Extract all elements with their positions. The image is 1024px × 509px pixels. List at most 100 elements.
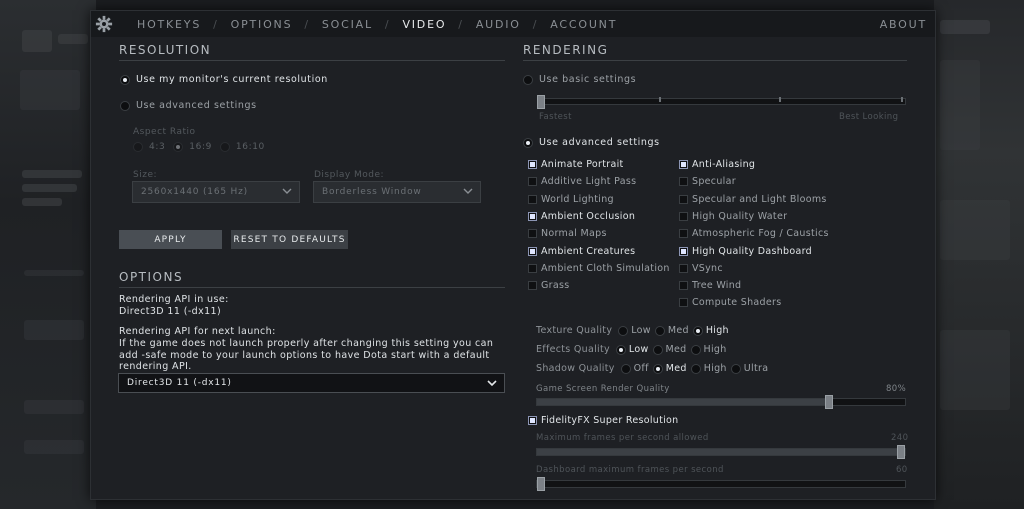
radio-button[interactable] <box>523 137 533 148</box>
render-quality-slider[interactable] <box>536 395 906 409</box>
checkbox-specular-and-light-blooms[interactable]: Specular and Light Blooms <box>679 194 827 205</box>
apply-button[interactable]: APPLY <box>119 230 222 249</box>
radio-button[interactable] <box>219 142 230 152</box>
checkbox-ambient-cloth-simulation[interactable]: Ambient Cloth Simulation <box>528 263 670 274</box>
option-high[interactable]: High <box>690 344 727 355</box>
checkbox[interactable] <box>528 211 537 221</box>
fsr-label: FidelityFX Super Resolution <box>541 415 679 426</box>
checkbox[interactable] <box>679 194 688 204</box>
option-label: Med <box>667 325 689 336</box>
option-off[interactable]: Off <box>620 363 649 374</box>
size-dropdown[interactable]: 2560x1440 (165 Hz) <box>132 181 300 203</box>
rendering-api-dropdown[interactable]: Direct3D 11 (-dx11) <box>118 373 505 393</box>
radio-button[interactable] <box>652 344 663 355</box>
radio-use-current-resolution[interactable]: Use my monitor's current resolution <box>120 74 328 85</box>
checkbox[interactable] <box>679 263 688 273</box>
radio-button[interactable] <box>654 325 665 336</box>
radio-button[interactable] <box>120 100 130 111</box>
slider-thumb[interactable] <box>537 477 545 491</box>
tab-social[interactable]: SOCIAL <box>322 18 373 31</box>
radio-button[interactable] <box>620 363 631 374</box>
display-mode-label: Display Mode: <box>314 170 385 180</box>
radio-use-basic-settings[interactable]: Use basic settings <box>523 74 636 85</box>
radio-button[interactable] <box>120 74 130 85</box>
checkbox[interactable] <box>528 281 537 291</box>
slider-thumb[interactable] <box>897 445 905 459</box>
checkbox-high-quality-water[interactable]: High Quality Water <box>679 211 787 222</box>
checkbox-anti-aliasing[interactable]: Anti-Aliasing <box>679 159 755 170</box>
checkbox-additive-light-pass[interactable]: Additive Light Pass <box>528 176 636 187</box>
checkbox[interactable] <box>528 416 537 425</box>
radio-button[interactable] <box>618 325 629 336</box>
checkbox[interactable] <box>679 229 688 239</box>
chevron-down-icon <box>463 188 473 194</box>
option-high[interactable]: High <box>690 363 727 374</box>
option-low[interactable]: Low <box>618 325 651 336</box>
option-low[interactable]: Low <box>615 344 649 355</box>
radio-use-advanced-resolution[interactable]: Use advanced settings <box>120 100 257 111</box>
checkbox[interactable] <box>528 160 537 169</box>
radio-button[interactable] <box>523 74 533 85</box>
slider-tick <box>901 97 903 102</box>
checkbox[interactable] <box>528 246 537 256</box>
checkbox-label: Tree Wind <box>692 280 742 292</box>
checkbox-atmospheric-fog-caustics[interactable]: Atmospheric Fog / Caustics <box>679 228 829 239</box>
radio-button[interactable] <box>173 142 184 152</box>
checkbox[interactable] <box>528 229 537 239</box>
checkbox-animate-portrait[interactable]: Animate Portrait <box>528 159 624 170</box>
checkbox[interactable] <box>679 246 688 256</box>
radio-button[interactable] <box>730 363 741 374</box>
radio-button[interactable] <box>133 142 143 152</box>
tab-account[interactable]: ACCOUNT <box>550 18 617 31</box>
slider-thumb[interactable] <box>825 395 833 409</box>
checkbox[interactable] <box>679 298 688 308</box>
api-in-use-value: Direct3D 11 (-dx11) <box>119 306 222 317</box>
about-link[interactable]: ABOUT <box>880 18 927 31</box>
checkbox-specular[interactable]: Specular <box>679 176 736 187</box>
tab-options[interactable]: OPTIONS <box>231 18 293 31</box>
slider-thumb[interactable] <box>537 95 545 109</box>
max-fps-slider[interactable] <box>536 445 906 459</box>
radio-button[interactable] <box>615 344 626 355</box>
checkbox[interactable] <box>679 211 688 221</box>
radio-button[interactable] <box>652 363 663 374</box>
divider <box>523 60 907 61</box>
radio-button[interactable] <box>690 344 701 355</box>
radio-use-advanced-rendering[interactable]: Use advanced settings <box>523 137 660 148</box>
checkbox[interactable] <box>528 194 537 204</box>
option-ultra[interactable]: Ultra <box>730 363 769 374</box>
slider-tick <box>779 97 781 102</box>
option-med[interactable]: Med <box>652 363 687 374</box>
option-med[interactable]: Med <box>654 325 689 336</box>
fsr-checkbox-row[interactable]: FidelityFX Super Resolution <box>528 415 679 426</box>
size-value: 2560x1440 (165 Hz) <box>141 187 248 197</box>
checkbox[interactable] <box>528 263 537 273</box>
checkbox-high-quality-dashboard[interactable]: High Quality Dashboard <box>679 246 812 257</box>
checkbox[interactable] <box>528 177 537 187</box>
checkbox-grass[interactable]: Grass <box>528 280 570 291</box>
checkbox[interactable] <box>679 177 688 187</box>
checkbox-world-lighting[interactable]: World Lighting <box>528 194 614 205</box>
option-high[interactable]: High <box>692 325 729 336</box>
checkbox-compute-shaders[interactable]: Compute Shaders <box>679 297 781 308</box>
checkbox-ambient-creatures[interactable]: Ambient Creatures <box>528 246 635 257</box>
checkbox-tree-wind[interactable]: Tree Wind <box>679 280 741 291</box>
radio-button[interactable] <box>692 325 703 336</box>
gear-icon[interactable] <box>95 15 113 33</box>
tab-hotkeys[interactable]: HOTKEYS <box>137 18 201 31</box>
checkbox-vsync[interactable]: VSync <box>679 263 723 274</box>
tab-video[interactable]: VIDEO <box>402 18 446 31</box>
tab-audio[interactable]: AUDIO <box>476 18 521 31</box>
aspect-ratio-label: Aspect Ratio <box>133 127 196 137</box>
options-title: OPTIONS <box>119 270 184 284</box>
reset-to-defaults-button[interactable]: RESET TO DEFAULTS <box>231 230 348 249</box>
dashboard-fps-slider[interactable] <box>536 477 906 491</box>
checkbox-normal-maps[interactable]: Normal Maps <box>528 228 607 239</box>
display-mode-dropdown[interactable]: Borderless Window <box>313 181 481 203</box>
checkbox[interactable] <box>679 160 688 169</box>
checkbox-ambient-occlusion[interactable]: Ambient Occlusion <box>528 211 635 222</box>
option-med[interactable]: Med <box>652 344 687 355</box>
checkbox[interactable] <box>679 281 688 291</box>
radio-button[interactable] <box>690 363 701 374</box>
basic-quality-slider[interactable] <box>537 95 906 109</box>
